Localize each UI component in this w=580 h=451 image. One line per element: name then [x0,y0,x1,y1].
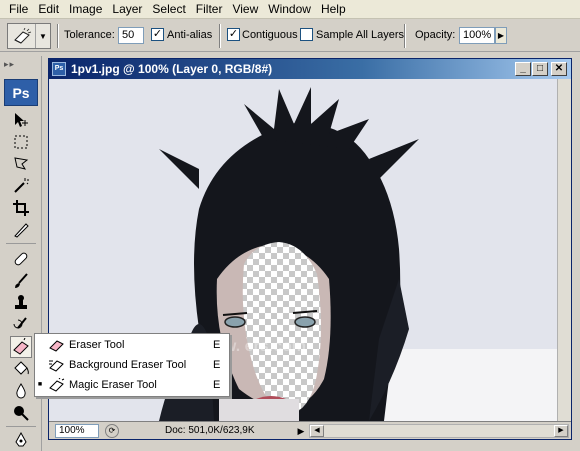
flyout-item-magic-eraser[interactable]: ■ Magic Eraser Tool E [35,375,229,394]
dodge-icon [14,406,29,421]
sample-all-layers-checkbox[interactable] [300,28,313,41]
menu-image[interactable]: Image [64,0,107,18]
flyout-shortcut: E [213,338,221,351]
menu-file[interactable]: File [4,0,33,18]
zoom-field[interactable]: 100% [55,424,99,438]
lasso-icon [14,157,29,170]
eraser-tool-flyout: Eraser Tool E Background Eraser Tool E ■… [34,333,230,397]
close-button[interactable]: ✕ [551,62,567,76]
scroll-left-button[interactable]: ◀ [310,425,324,437]
flyout-label: Background Eraser Tool [69,358,187,371]
menu-edit[interactable]: Edit [33,0,64,18]
antialias-checkbox[interactable]: ✓ [151,28,164,41]
pen-tool[interactable] [10,430,32,451]
marquee-tool[interactable] [10,131,32,153]
drop-icon [16,383,26,399]
history-brush-icon [13,317,27,329]
clone-stamp-tool[interactable] [10,292,32,314]
flyout-label: Eraser Tool [69,338,125,351]
maximize-button[interactable]: □ [532,62,548,76]
background-eraser-icon [45,358,69,372]
history-brush-tool[interactable] [10,314,32,336]
opacity-label: Opacity: [415,29,456,41]
status-bar: 100% ⟳ Doc: 501,0K/623,9K ▶ ◀ ▶ [49,421,571,439]
opacity-slider-arrow[interactable]: ▶ [495,27,507,44]
menu-window[interactable]: Window [263,0,316,18]
magic-wand-icon [14,178,29,193]
move-icon [15,113,28,127]
slice-icon [14,223,29,238]
slice-tool[interactable] [10,219,32,241]
paint-bucket-tool[interactable] [10,358,32,380]
pen-icon [15,432,27,447]
healing-brush-tool[interactable] [10,248,32,270]
selected-marker: ■ [37,381,43,388]
contiguous-label: Contiguous [242,29,298,41]
marquee-icon [14,135,28,149]
sample-all-layers-label: Sample All Layers [316,29,405,41]
toolbox-divider [6,426,36,427]
ps-logo[interactable]: Ps [4,79,38,106]
tolerance-input[interactable]: 50 [118,27,144,44]
move-tool[interactable] [10,109,32,131]
toolbox-grip[interactable]: ▸▸ [4,59,15,70]
vertical-scrollbar[interactable] [557,79,571,421]
options-separator [404,24,406,48]
photoshop-window: File Edit Image Layer Select Filter View… [0,0,580,451]
contiguous-checkbox[interactable]: ✓ [227,28,240,41]
document-titlebar[interactable]: Ps 1pv1.jpg @ 100% (Layer 0, RGB/8#) _ □… [49,59,571,79]
flyout-shortcut: E [213,358,221,371]
options-bar: ▼ Tolerance: 50 ✓ Anti-alias ✓ Contiguou… [0,20,580,52]
antialias-label: Anti-alias [167,29,213,41]
brush-icon [15,273,28,288]
tool-preset-picker[interactable]: ▼ [7,23,51,49]
status-menu-icon[interactable]: ⟳ [105,424,119,438]
flyout-item-eraser[interactable]: Eraser Tool E [35,335,229,354]
brush-tool[interactable] [10,270,32,292]
magic-wand-tool[interactable] [10,175,32,197]
menu-view[interactable]: View [227,0,263,18]
eraser-icon [45,338,69,352]
options-separator [219,24,221,48]
eraser-tool[interactable] [10,336,32,358]
menu-layer[interactable]: Layer [107,0,147,18]
ps-document-icon: Ps [52,62,66,76]
menu-bar: File Edit Image Layer Select Filter View… [0,0,580,19]
options-separator [57,24,59,48]
magic-eraser-icon [45,377,69,392]
status-info-arrow[interactable]: ▶ [295,424,307,438]
bandage-icon [14,252,28,266]
flyout-shortcut: E [213,378,221,391]
bucket-icon [14,361,29,375]
flyout-item-background-eraser[interactable]: Background Eraser Tool E [35,355,229,374]
lasso-tool[interactable] [10,153,32,175]
horizontal-scrollbar[interactable]: ◀ ▶ [309,424,569,438]
magic-eraser-icon [8,24,36,48]
document-title: 1pv1.jpg @ 100% (Layer 0, RGB/8#) [71,62,273,76]
document-info: Doc: 501,0K/623,9K [165,425,255,436]
toolbox-divider [6,243,36,244]
stamp-icon [15,295,27,309]
menu-select[interactable]: Select [147,0,190,18]
flyout-label: Magic Eraser Tool [69,378,157,391]
crop-tool[interactable] [10,197,32,219]
crop-icon [13,200,29,216]
eraser-icon [13,338,29,355]
minimize-button[interactable]: _ [515,62,531,76]
tolerance-label: Tolerance: [64,29,115,41]
scroll-right-button[interactable]: ▶ [554,425,568,437]
chevron-down-icon: ▼ [39,31,47,41]
blur-tool[interactable] [10,380,32,402]
opacity-input[interactable]: 100% [459,27,495,44]
menu-help[interactable]: Help [316,0,351,18]
menu-filter[interactable]: Filter [191,0,228,18]
dodge-tool[interactable] [10,402,32,424]
